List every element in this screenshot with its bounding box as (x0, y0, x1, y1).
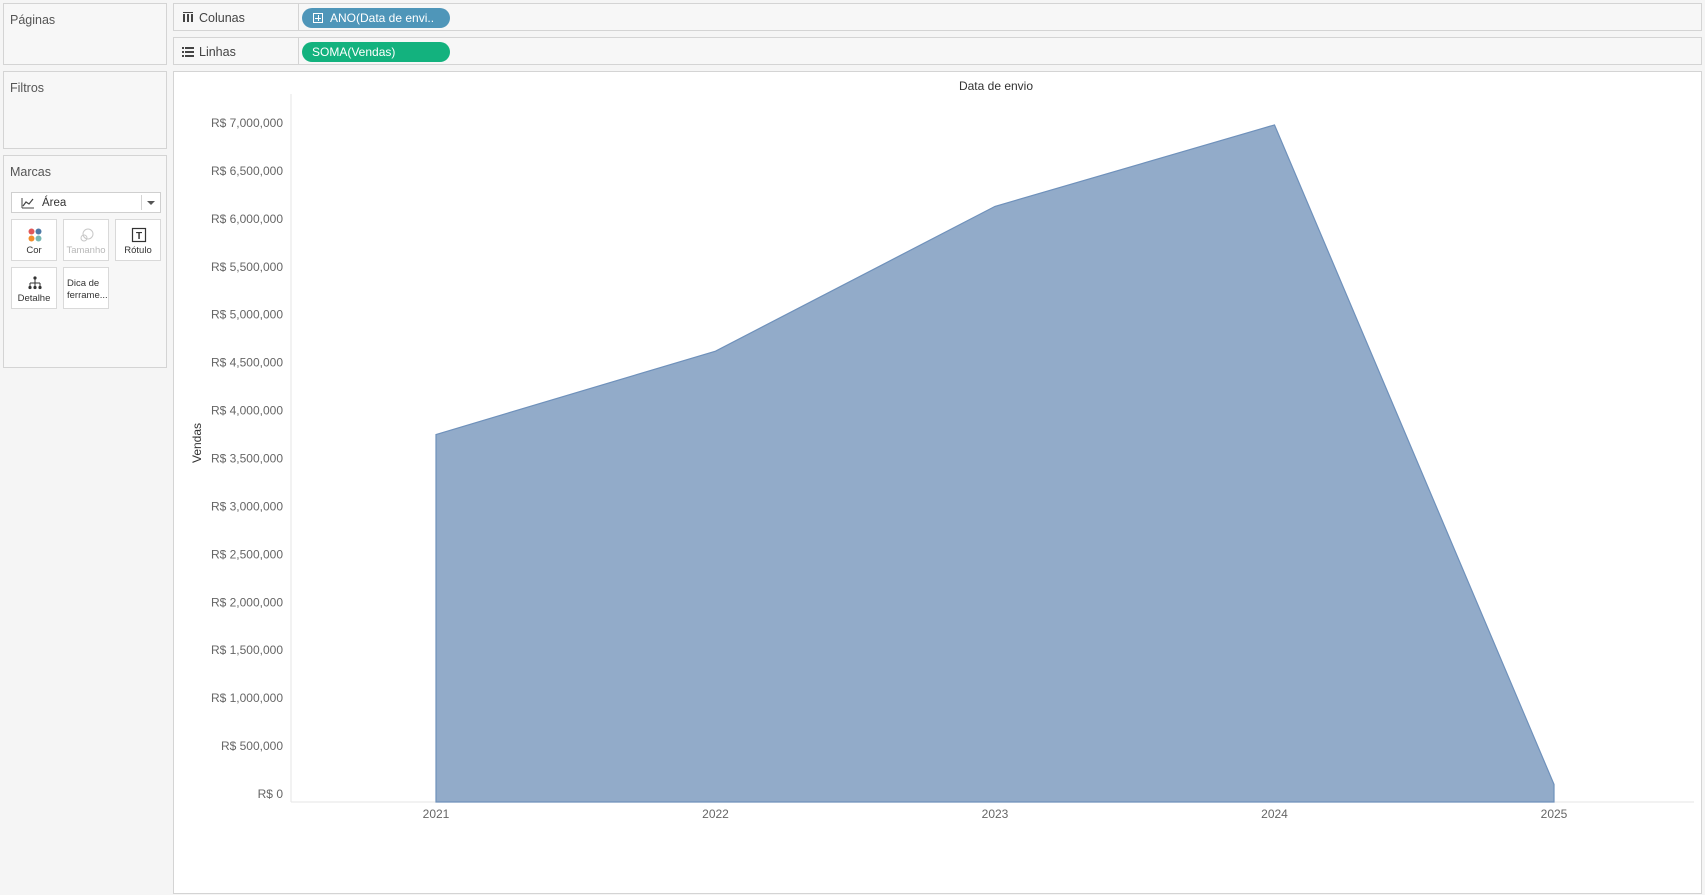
tooltip-button-label: Dica de ferrame... (67, 278, 108, 301)
year-ship-date-pill[interactable]: ANO(Data de envi.. (302, 8, 450, 28)
y-tick-label: R$ 6,000,000 (211, 212, 283, 226)
sum-sales-pill[interactable]: SOMA(Vendas) (302, 42, 450, 62)
x-axis: 2021 2022 2023 2024 2025 (291, 801, 1694, 821)
mark-type-label: Área (42, 197, 67, 209)
y-tick-label: R$ 5,000,000 (211, 308, 283, 322)
mark-type-dropdown[interactable]: Área (11, 192, 161, 213)
series-area-group[interactable] (435, 124, 1555, 803)
y-tick-label: R$ 500,000 (221, 739, 283, 753)
size-button[interactable]: Tamanho (63, 219, 109, 261)
detail-tree-icon (28, 276, 42, 290)
rows-shelf[interactable]: Linhas SOMA(Vendas) (173, 37, 1702, 65)
y-axis: R$ 0 R$ 500,000 R$ 1,000,000 R$ 1,500,000 R$… (211, 94, 292, 802)
text-label-icon: T (131, 227, 147, 243)
pages-card[interactable]: Páginas (3, 3, 167, 65)
marks-card-title: Marcas (10, 165, 51, 179)
y-tick-label: R$ 2,000,000 (211, 595, 283, 609)
y-tick-label: R$ 4,500,000 (211, 356, 283, 370)
year-ship-date-pill-label: ANO(Data de envi.. (330, 11, 435, 25)
marks-card: Marcas Área Cor Tamanho T Rótulo Detalhe… (3, 155, 167, 368)
expand-plus-icon[interactable] (313, 13, 323, 23)
shelf-divider (298, 38, 299, 64)
chevron-down-icon[interactable] (147, 201, 155, 205)
y-tick-label: R$ 6,500,000 (211, 164, 283, 178)
x-tick-label: 2024 (1261, 807, 1288, 821)
color-button-label: Cor (26, 245, 42, 256)
detail-button[interactable]: Detalhe (11, 267, 57, 309)
color-button[interactable]: Cor (11, 219, 57, 261)
columns-icon (183, 12, 193, 22)
chart-view[interactable]: R$ 0 R$ 500,000 R$ 1,000,000 R$ 1,500,000 R$… (173, 71, 1702, 894)
filters-card-title: Filtros (10, 81, 45, 95)
y-tick-label: R$ 0 (258, 787, 284, 801)
columns-shelf[interactable]: Colunas ANO(Data de envi.. (173, 3, 1702, 31)
y-axis-title: Vendas (190, 423, 204, 463)
y-tick-label: R$ 3,000,000 (211, 499, 283, 513)
detail-button-label: Detalhe (17, 293, 51, 304)
shelf-divider (298, 4, 299, 30)
size-button-label: Tamanho (66, 245, 106, 256)
pages-card-title: Páginas (10, 13, 56, 27)
y-tick-label: R$ 1,500,000 (211, 643, 283, 657)
x-tick-label: 2023 (982, 807, 1009, 821)
y-tick-label: R$ 2,500,000 (211, 547, 283, 561)
series-area[interactable] (435, 124, 1555, 803)
rows-icon (182, 47, 194, 57)
area-chart-icon (21, 198, 34, 209)
dropdown-separator (141, 195, 142, 210)
y-tick-label: R$ 4,000,000 (211, 404, 283, 418)
color-dots-icon (28, 228, 42, 242)
x-tick-label: 2022 (702, 807, 729, 821)
svg-text:T: T (136, 231, 142, 242)
size-icon (80, 228, 94, 242)
rows-shelf-label: Linhas (199, 45, 236, 59)
label-button-label: Rótulo (124, 245, 152, 256)
y-tick-label: R$ 1,000,000 (211, 691, 283, 705)
y-tick-label: R$ 3,500,000 (211, 452, 283, 466)
y-tick-label: R$ 7,000,000 (211, 116, 283, 130)
tooltip-button[interactable]: Dica de ferrame... (63, 267, 109, 309)
x-tick-label: 2021 (423, 807, 450, 821)
x-tick-label: 2025 (1541, 807, 1568, 821)
area-chart[interactable]: R$ 0 R$ 500,000 R$ 1,000,000 R$ 1,500,000 R$… (174, 72, 1703, 895)
sum-sales-pill-label: SOMA(Vendas) (312, 45, 396, 59)
filters-card[interactable]: Filtros (3, 71, 167, 149)
label-button[interactable]: T Rótulo (115, 219, 161, 261)
y-tick-label: R$ 5,500,000 (211, 260, 283, 274)
chart-title: Data de envio (959, 79, 1033, 93)
columns-shelf-label: Colunas (199, 11, 245, 25)
